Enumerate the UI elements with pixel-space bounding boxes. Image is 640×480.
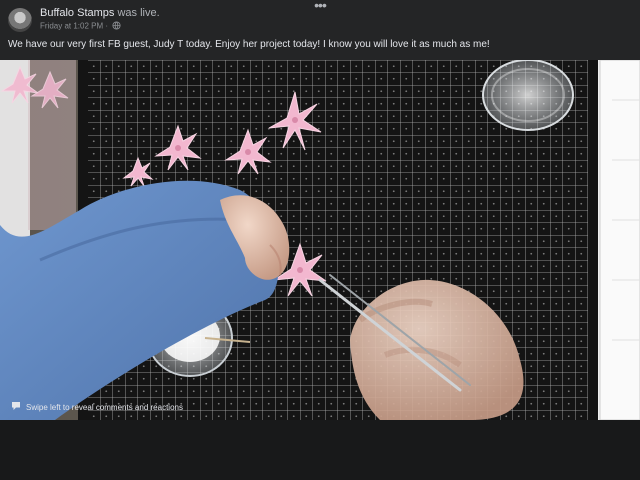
author-name[interactable]: Buffalo Stamps xyxy=(40,7,114,19)
post-timestamp[interactable]: Friday at 1:02 PM xyxy=(40,22,103,31)
avatar[interactable] xyxy=(8,8,32,32)
meta-separator: · xyxy=(105,21,109,31)
author-line: Buffalo Stamps was live. xyxy=(40,7,160,19)
swipe-hint[interactable]: Swipe left to reveal comments and reacti… xyxy=(10,400,183,414)
globe-icon xyxy=(112,21,121,32)
post-header: Buffalo Stamps was live. Friday at 1:02 … xyxy=(0,0,640,60)
below-video-area xyxy=(0,420,640,480)
video-player[interactable] xyxy=(0,60,640,420)
swipe-hint-text: Swipe left to reveal comments and reacti… xyxy=(26,402,183,412)
author-action: was live. xyxy=(117,7,160,19)
more-icon[interactable]: ••• xyxy=(310,0,330,12)
post-text: We have our very first FB guest, Judy T … xyxy=(8,39,490,50)
video-frame xyxy=(0,60,640,420)
comment-icon xyxy=(10,400,22,414)
post-meta: Friday at 1:02 PM · xyxy=(40,21,121,32)
